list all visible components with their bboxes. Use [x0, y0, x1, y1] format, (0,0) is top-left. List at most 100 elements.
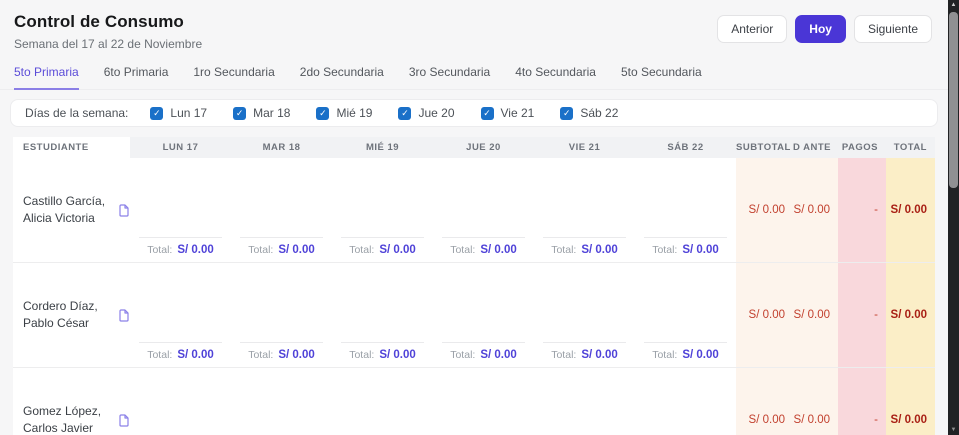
- tab-5to-primaria[interactable]: 5to Primaria: [14, 65, 79, 90]
- column-header-mie-19: MIÉ 19: [365, 142, 400, 153]
- checkbox-checked-icon[interactable]: ✓: [233, 106, 247, 120]
- day-total: Total: S/ 0.00: [543, 342, 626, 367]
- tab-5to-secundaria[interactable]: 5to Secundaria: [621, 65, 702, 90]
- day-checkbox-lun-17[interactable]: ✓ Lun 17: [150, 106, 207, 120]
- total-label: Total:: [349, 349, 375, 361]
- total-label: Total:: [450, 349, 476, 361]
- document-icon[interactable]: [118, 308, 130, 322]
- day-cell: Total:S/ 0.00: [332, 263, 433, 367]
- total-cell: S/ 0.00: [886, 263, 935, 367]
- tab-4to-secundaria[interactable]: 4to Secundaria: [515, 65, 596, 90]
- day-label: Jue 20: [418, 106, 455, 120]
- total-label: Total:: [652, 349, 678, 361]
- tab-3ro-secundaria[interactable]: 3ro Secundaria: [409, 65, 490, 90]
- document-icon[interactable]: [118, 203, 130, 217]
- total-value: S/ 0.00: [480, 349, 517, 361]
- day-filter-bar: Días de la semana: ✓ Lun 17 ✓ Mar 18 ✓ M…: [10, 99, 938, 127]
- total-value: S/ 0.00: [682, 244, 719, 256]
- next-week-button[interactable]: Siguiente: [853, 15, 932, 43]
- total-value: S/ 0.00: [379, 244, 416, 256]
- total-value: S/ 0.00: [278, 349, 315, 361]
- day-filter-label: Días de la semana:: [25, 106, 129, 120]
- table-header-row: ESTUDIANTE LUN 17 MAR 18 MIÉ 19 JUE 20 V…: [13, 137, 935, 158]
- table-row: Gomez López, Carlos Javier Total:S/ 0.00…: [13, 368, 935, 435]
- d-ante-cell: S/ 0.00: [793, 263, 838, 367]
- day-total: Total: S/ 0.00: [543, 237, 626, 262]
- day-total: Total: S/ 0.00: [644, 342, 727, 367]
- total-label: Total:: [147, 349, 173, 361]
- day-cell: Total: S/ 0.00: [433, 263, 534, 367]
- table-row: Castillo García, Alicia Victoria Total: S…: [13, 158, 935, 263]
- total-value: S/ 0.00: [177, 349, 214, 361]
- day-total: Total: S/ 0.00: [644, 237, 727, 262]
- day-cell: Total:S/ 0.00: [130, 368, 231, 435]
- day-checkbox-sab-22[interactable]: ✓ Sáb 22: [560, 106, 618, 120]
- day-checkbox-mie-19[interactable]: ✓ Mié 19: [316, 106, 372, 120]
- checkbox-checked-icon[interactable]: ✓: [480, 106, 494, 120]
- scrollbar-up-arrow-icon[interactable]: ▲: [948, 0, 959, 10]
- control-de-consumo-page: Control de Consumo Semana del 17 al 22 d…: [0, 0, 959, 435]
- column-header-vie-21: VIE 21: [568, 142, 601, 153]
- day-cell: Total:S/ 0.00: [534, 263, 635, 367]
- subtotal-cell: S/ 0.00: [736, 368, 793, 435]
- day-checkbox-mar-18[interactable]: ✓ Mar 18: [233, 106, 290, 120]
- week-subtitle: Semana del 17 al 22 de Noviembre: [14, 37, 203, 51]
- total-value: S/ 0.00: [581, 349, 618, 361]
- grade-tabs: 5to Primaria 6to Primaria 1ro Secundaria…: [0, 51, 948, 90]
- day-total: Total: S/ 0.00: [442, 342, 525, 367]
- day-label: Mar 18: [253, 106, 291, 120]
- total-value: S/ 0.00: [480, 244, 517, 256]
- day-cell: Total: S/ 0.00: [130, 263, 231, 367]
- student-cell: Castillo García, Alicia Victoria: [13, 158, 130, 262]
- day-total: Total: S/ 0.00: [139, 237, 222, 262]
- day-cell: Total:S/ 0.00: [635, 368, 736, 435]
- total-value: S/ 0.00: [581, 244, 618, 256]
- total-label: Total:: [147, 244, 173, 256]
- total-label: Total:: [248, 244, 274, 256]
- subtotal-cell: S/ 0.00: [736, 158, 793, 262]
- checkbox-checked-icon[interactable]: ✓: [150, 106, 164, 120]
- day-cell: Total: S/ 0.00: [332, 158, 433, 262]
- column-header-jue-20: JUE 20: [466, 142, 501, 153]
- page-title: Control de Consumo: [14, 12, 184, 31]
- scrollbar[interactable]: ▲ ▼: [948, 0, 959, 435]
- pagos-cell: -: [838, 263, 886, 367]
- total-label: Total:: [349, 244, 375, 256]
- day-cell: Total:S/ 0.00: [534, 158, 635, 262]
- tab-2do-secundaria[interactable]: 2do Secundaria: [300, 65, 384, 90]
- checkbox-checked-icon[interactable]: ✓: [560, 106, 574, 120]
- tab-6to-primaria[interactable]: 6to Primaria: [104, 65, 169, 90]
- student-name: Cordero Díaz, Pablo César: [23, 298, 98, 330]
- column-header-mar-18: MAR 18: [262, 142, 301, 153]
- consumption-table: ESTUDIANTE LUN 17 MAR 18 MIÉ 19 JUE 20 V…: [13, 137, 935, 435]
- student-name: Castillo García, Alicia Victoria: [23, 193, 106, 225]
- day-total: Total: S/ 0.00: [139, 342, 222, 367]
- day-checkbox-vie-21[interactable]: ✓ Vie 21: [480, 106, 534, 120]
- total-label: Total:: [248, 349, 274, 361]
- day-cell: Total:S/ 0.00: [635, 158, 736, 262]
- column-header-total: TOTAL: [893, 142, 927, 153]
- checkbox-checked-icon[interactable]: ✓: [398, 106, 412, 120]
- column-header-d-ante: D ANTE: [793, 142, 832, 153]
- day-label: Mié 19: [336, 106, 373, 120]
- column-header-estudiante: ESTUDIANTE: [13, 137, 130, 158]
- subtotal-cell: S/ 0.00: [736, 263, 793, 367]
- tab-1ro-secundaria[interactable]: 1ro Secundaria: [193, 65, 274, 90]
- scrollbar-thumb[interactable]: [949, 12, 958, 188]
- main-content: Control de Consumo Semana del 17 al 22 d…: [0, 0, 948, 435]
- day-total: Total: S/ 0.00: [240, 237, 323, 262]
- day-checkbox-jue-20[interactable]: ✓ Jue 20: [398, 106, 455, 120]
- day-total: Total: S/ 0.00: [240, 342, 323, 367]
- title-block: Control de Consumo Semana del 17 al 22 d…: [14, 12, 202, 51]
- today-button[interactable]: Hoy: [795, 15, 846, 43]
- previous-week-button[interactable]: Anterior: [717, 15, 788, 43]
- day-cell: Total:S/ 0.00: [231, 368, 332, 435]
- week-nav-buttons: Anterior Hoy Siguiente: [717, 15, 932, 43]
- total-value: S/ 0.00: [682, 349, 719, 361]
- scrollbar-down-arrow-icon[interactable]: ▼: [948, 425, 959, 435]
- document-icon[interactable]: [118, 413, 130, 427]
- day-cell: Total:S/ 0.00: [231, 158, 332, 262]
- column-header-lun-17: LUN 17: [162, 142, 199, 153]
- day-label: Lun 17: [170, 106, 208, 120]
- checkbox-checked-icon[interactable]: ✓: [316, 106, 330, 120]
